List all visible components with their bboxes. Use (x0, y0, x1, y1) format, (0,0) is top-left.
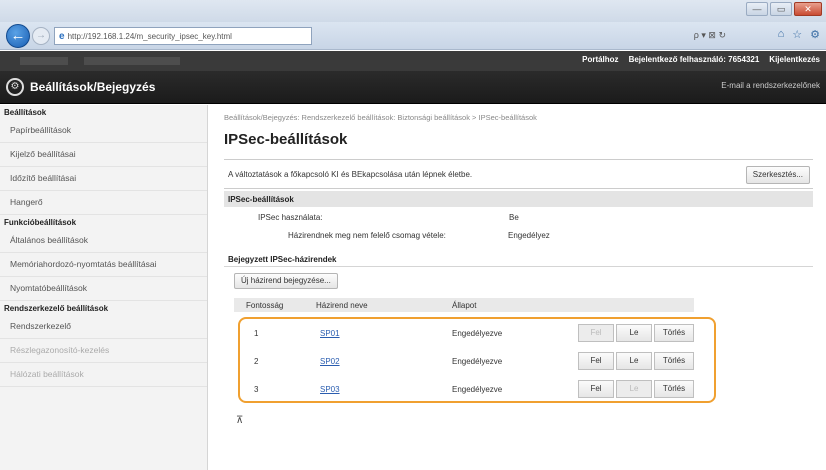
back-to-top-icon[interactable]: ⊼ (236, 415, 243, 426)
search-refresh-icons[interactable]: ρ ▾ ⊠ ↻ (694, 30, 726, 41)
settings-gear-icon: ⚙ (6, 78, 24, 96)
sidebar-item-paper[interactable]: Papírbeállítások (0, 119, 207, 143)
sidebar-item-admin[interactable]: Rendszerkezelő (0, 315, 207, 339)
close-button[interactable]: ✕ (794, 2, 822, 16)
browser-navbar: ← → e http://192.168.1.24/m_security_ips… (0, 22, 826, 50)
app-topbar: Portálhoz Bejelentkező felhasználó: 7654… (0, 51, 826, 71)
logo (20, 57, 180, 65)
register-policy-button[interactable]: Új házirend bejegyzése... (234, 273, 338, 289)
policy-receive-value: Engedélyez (508, 231, 550, 240)
home-icon[interactable]: ⌂ (778, 28, 785, 41)
policy-receive-label: Házirendnek meg nem felelő csomag vétele… (288, 231, 446, 240)
app-title: Beállítások/Bejegyzés (30, 80, 156, 94)
notice-row: A változtatások a főkapcsoló KI és BEkap… (224, 159, 813, 189)
forward-button[interactable]: → (32, 27, 50, 45)
edit-button[interactable]: Szerkesztés... (745, 166, 810, 184)
login-user: Bejelentkező felhasználó: 7654321 (628, 55, 760, 64)
col-status: Állapot (452, 301, 477, 310)
sidebar-item-media-print[interactable]: Memóriahordozó-nyomtatás beállításai (0, 253, 207, 277)
sidebar-item-volume[interactable]: Hangerő (0, 191, 207, 215)
topbar-links: Portálhoz Bejelentkező felhasználó: 7654… (582, 55, 820, 64)
address-tools[interactable]: ρ ▾ ⊠ ↻ (312, 27, 732, 45)
sidebar: Beállítások Papírbeállítások Kijelző beá… (0, 105, 208, 470)
address-bar[interactable]: e http://192.168.1.24/m_security_ipsec_k… (54, 27, 312, 45)
main-content: Beállítások/Bejegyzés: Rendszerkezelő be… (224, 105, 820, 470)
sidebar-item-network[interactable]: Hálózati beállítások (0, 363, 207, 387)
registered-policies-header: Bejegyzett IPSec-házirendek (224, 253, 813, 267)
ipsec-use-label: IPSec használata: (258, 213, 323, 222)
sidebar-item-general[interactable]: Általános beállítások (0, 229, 207, 253)
sidebar-item-printer[interactable]: Nyomtatóbeállítások (0, 277, 207, 301)
favorites-icon[interactable]: ☆ (792, 28, 802, 41)
browser-toolbar-icons: ⌂ ☆ ⚙ (778, 28, 820, 41)
ipsec-section-header: IPSec-beállítások (224, 191, 813, 207)
restart-notice: A változtatások a főkapcsoló KI és BEkap… (228, 170, 473, 179)
maximize-button[interactable]: ▭ (770, 2, 792, 16)
ipsec-use-value: Be (509, 213, 519, 222)
app-title-header: ⚙ Beállítások/Bejegyzés E-mail a rendsze… (0, 71, 826, 104)
page-title: IPSec-beállítások (224, 131, 348, 148)
portal-link[interactable]: Portálhoz (582, 55, 618, 64)
back-button[interactable]: ← (6, 24, 30, 48)
policy-table-header: Fontosság Házirend neve Állapot (234, 298, 694, 312)
window-controls: — ▭ ✕ (746, 2, 822, 16)
sidebar-heading-settings: Beállítások (4, 108, 47, 117)
col-priority: Fontosság (246, 301, 284, 310)
settings-icon[interactable]: ⚙ (810, 28, 820, 41)
address-url: http://192.168.1.24/m_security_ipsec_key… (67, 31, 232, 41)
breadcrumb: Beállítások/Bejegyzés: Rendszerkezelő be… (224, 113, 537, 122)
minimize-button[interactable]: — (746, 2, 768, 16)
col-policy-name: Házirend neve (316, 301, 368, 310)
browser-logo-icon: e (59, 30, 65, 42)
sidebar-item-timer[interactable]: Időzítő beállításai (0, 167, 207, 191)
sidebar-item-dept-id[interactable]: Részlegazonosító-kezelés (0, 339, 207, 363)
mail-admin-link[interactable]: E-mail a rendszerkezelőnek (721, 81, 820, 90)
browser-titlebar: — ▭ ✕ (0, 0, 826, 22)
sidebar-heading-admin: Rendszerkezelő beállítások (4, 304, 109, 313)
rows-highlight-frame (238, 317, 716, 403)
logout-link[interactable]: Kijelentkezés (769, 55, 820, 64)
sidebar-item-display[interactable]: Kijelző beállításai (0, 143, 207, 167)
sidebar-heading-functions: Funkcióbeállítások (4, 218, 77, 227)
